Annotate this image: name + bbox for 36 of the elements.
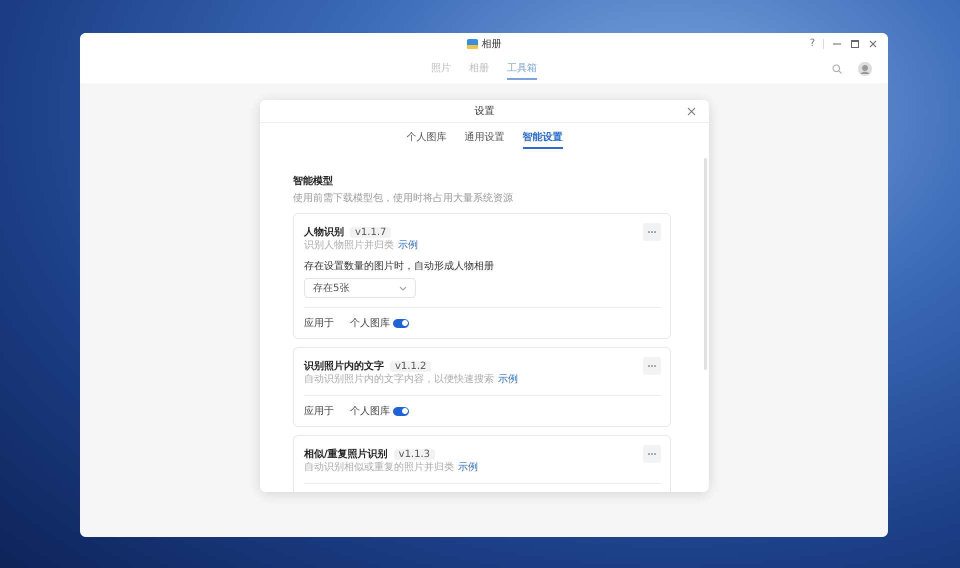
version-badge: v1.1.2 [390, 360, 432, 372]
model-name: 人物识别 [304, 226, 344, 239]
settings-tab[interactable]: 通用设置 [464, 130, 504, 149]
model-description: 自动识别照片内的文字内容，以便快速搜索 [304, 372, 494, 386]
version-badge: v1.1.7 [350, 226, 392, 238]
search-icon[interactable] [832, 64, 842, 74]
library-label: 个人图库 [350, 404, 390, 418]
model-description: 自动识别相似或重复的照片并归类 [304, 460, 454, 474]
nav-tab[interactable]: 工具箱 [507, 58, 537, 80]
setting-label: 存在设置数量的图片时，自动形成人物相册 [304, 260, 495, 273]
toggle-switch[interactable] [393, 318, 409, 328]
maximize-icon[interactable] [850, 39, 860, 49]
applies-label: 应用于 [304, 404, 335, 418]
help-button[interactable]: ? [810, 38, 815, 50]
count-dropdown[interactable]: 存在5张 [304, 278, 416, 298]
window-title: 相册 [482, 38, 502, 51]
example-link[interactable]: 示例 [458, 460, 478, 474]
model-name: 相似/重复照片识别 [304, 448, 388, 461]
dialog-title: 设置 [474, 104, 494, 118]
avatar-icon[interactable] [858, 62, 872, 76]
example-link[interactable]: 示例 [498, 372, 518, 386]
chevron-down-icon [399, 286, 407, 290]
settings-tab[interactable]: 个人图库 [406, 130, 446, 149]
model-description: 识别人物照片并归类 [304, 238, 394, 252]
section-description: 使用前需下载模型包，使用时将占用大量系统资源 [293, 192, 514, 205]
applies-label: 应用于 [304, 316, 335, 330]
toggle-switch[interactable] [393, 406, 409, 416]
section-title: 智能模型 [293, 174, 334, 188]
close-icon[interactable] [868, 39, 878, 49]
photo-album-icon [466, 39, 478, 49]
version-badge: v1.1.3 [394, 448, 436, 460]
example-link[interactable]: 示例 [398, 238, 418, 252]
model-name: 识别照片内的文字 [304, 359, 384, 373]
library-label: 个人图库 [350, 316, 390, 330]
close-icon[interactable] [687, 107, 696, 116]
settings-tab[interactable]: 智能设置 [522, 130, 562, 149]
